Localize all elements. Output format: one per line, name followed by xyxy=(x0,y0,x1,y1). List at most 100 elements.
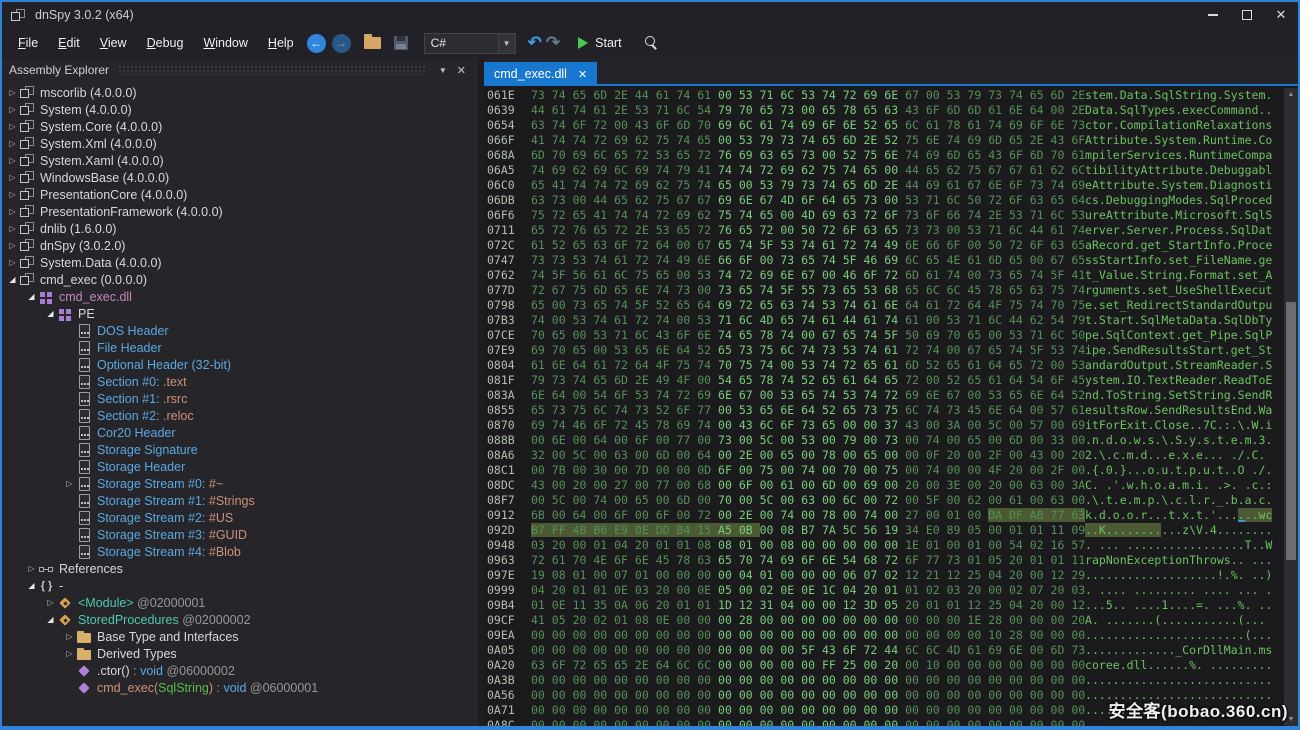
expand-arrow-icon[interactable]: ▷ xyxy=(6,224,19,233)
tree-item[interactable]: ▷System (4.0.0.0) xyxy=(2,101,478,118)
collapse-arrow-icon[interactable]: ◢ xyxy=(44,309,57,318)
expand-arrow-icon[interactable]: ▷ xyxy=(6,122,19,131)
search-icon[interactable] xyxy=(644,35,660,51)
tab-cmd-exec-dll[interactable]: cmd_exec.dll ✕ xyxy=(484,62,597,86)
tree-item[interactable]: Storage Signature xyxy=(2,441,478,458)
hex-row[interactable]: 09126B 00 64 00 6F 00 6F 00 72 00 2E 00 … xyxy=(484,508,1284,523)
tree-item[interactable]: Section #2: .reloc xyxy=(2,407,478,424)
hex-editor[interactable]: 061E73 74 65 6D 2E 44 61 74 61 00 53 71 … xyxy=(484,88,1284,726)
tree-item[interactable]: Storage Stream #2: #US xyxy=(2,509,478,526)
collapse-arrow-icon[interactable]: ◢ xyxy=(44,615,57,624)
tree-item[interactable]: Storage Stream #3: #GUID xyxy=(2,526,478,543)
panel-close-icon[interactable]: ✕ xyxy=(452,64,471,77)
tree-item[interactable]: ▷Storage Stream #0: #~ xyxy=(2,475,478,492)
close-button[interactable]: ✕ xyxy=(1264,2,1298,28)
scrollbar-thumb[interactable] xyxy=(1286,302,1296,560)
assembly-explorer-header[interactable]: Assembly Explorer ▼ ✕ xyxy=(2,58,478,82)
hex-row[interactable]: 074773 73 53 74 61 72 74 49 6E 66 6F 00 … xyxy=(484,253,1284,268)
tree-item[interactable]: ▷Base Type and Interfaces xyxy=(2,628,478,645)
tree-item[interactable]: Section #1: .rsrc xyxy=(2,390,478,407)
hex-row[interactable]: 079865 00 73 65 74 5F 52 65 64 69 72 65 … xyxy=(484,298,1284,313)
tree-item[interactable]: Storage Header xyxy=(2,458,478,475)
menu-file[interactable]: File xyxy=(8,32,48,54)
hex-row[interactable]: 088B00 6E 00 64 00 6F 00 77 00 73 00 5C … xyxy=(484,433,1284,448)
tree-item[interactable]: ◢PE xyxy=(2,305,478,322)
hex-row[interactable]: 096372 61 70 4E 6F 6E 45 78 63 65 70 74 … xyxy=(484,553,1284,568)
hex-row[interactable]: 065463 74 6F 72 00 43 6F 6D 70 69 6C 61 … xyxy=(484,118,1284,133)
hex-row[interactable]: 06DB63 73 00 44 65 62 75 67 67 69 6E 67 … xyxy=(484,193,1284,208)
menu-debug[interactable]: Debug xyxy=(137,32,194,54)
tab-close-icon[interactable]: ✕ xyxy=(578,68,587,81)
hex-row[interactable]: 08DC43 00 20 00 27 00 77 00 68 00 6F 00 … xyxy=(484,478,1284,493)
title-bar[interactable]: dnSpy 3.0.2 (x64) ✕ xyxy=(2,2,1298,28)
hex-row[interactable]: 080461 6E 64 61 72 64 4F 75 74 70 75 74 … xyxy=(484,358,1284,373)
hex-row[interactable]: 0A2063 6F 72 65 65 2E 64 6C 6C 00 00 00 … xyxy=(484,658,1284,673)
tree-item[interactable]: ▷PresentationCore (4.0.0.0) xyxy=(2,186,478,203)
language-select[interactable]: C# ▼ xyxy=(424,33,516,54)
hex-row[interactable]: 097E19 08 01 00 07 01 00 00 00 00 04 01 … xyxy=(484,568,1284,583)
tree-item[interactable]: ▷System.Data (4.0.0.0) xyxy=(2,254,478,271)
expand-arrow-icon[interactable]: ▷ xyxy=(44,598,57,607)
expand-arrow-icon[interactable]: ▷ xyxy=(63,649,76,658)
hex-row[interactable]: 072C61 52 65 63 6F 72 64 00 67 65 74 5F … xyxy=(484,238,1284,253)
tree-item[interactable]: Storage Stream #1: #Strings xyxy=(2,492,478,509)
tree-item[interactable]: ▷System.Xaml (4.0.0.0) xyxy=(2,152,478,169)
save-module-icon[interactable] xyxy=(394,36,408,50)
menu-view[interactable]: View xyxy=(90,32,137,54)
start-button[interactable]: Start xyxy=(595,36,621,50)
tree-item[interactable]: ◢cmd_exec.dll xyxy=(2,288,478,305)
minimize-button[interactable] xyxy=(1196,2,1230,28)
expand-arrow-icon[interactable]: ▷ xyxy=(6,173,19,182)
tree-item[interactable]: Cor20 Header xyxy=(2,424,478,441)
undo-icon[interactable]: ↶ xyxy=(528,33,542,53)
hex-row[interactable]: 0A0500 00 00 00 00 00 00 00 00 00 00 00 … xyxy=(484,643,1284,658)
hex-row[interactable]: 076274 5F 56 61 6C 75 65 00 53 74 72 69 … xyxy=(484,268,1284,283)
tree-item[interactable]: Optional Header (32-bit) xyxy=(2,356,478,373)
tree-item[interactable]: ▷System.Xml (4.0.0.0) xyxy=(2,135,478,152)
hex-row[interactable]: 08A632 00 5C 00 63 00 6D 00 64 00 2E 00 … xyxy=(484,448,1284,463)
tree-item[interactable]: .ctor() : void @06000002 xyxy=(2,662,478,679)
expand-arrow-icon[interactable]: ▷ xyxy=(6,190,19,199)
hex-row[interactable]: 09EA00 00 00 00 00 00 00 00 00 00 00 00 … xyxy=(484,628,1284,643)
panel-menu-chevron-icon[interactable]: ▼ xyxy=(434,66,452,75)
expand-arrow-icon[interactable]: ▷ xyxy=(6,258,19,267)
redo-icon[interactable]: ↷ xyxy=(546,33,560,53)
expand-arrow-icon[interactable]: ▷ xyxy=(6,241,19,250)
hex-row[interactable]: 09CF41 05 20 02 01 08 0E 00 00 00 28 00 … xyxy=(484,613,1284,628)
hex-row[interactable]: 06F675 72 65 41 74 74 72 69 62 75 74 65 … xyxy=(484,208,1284,223)
tree-item[interactable]: ▷mscorlib (4.0.0.0) xyxy=(2,84,478,101)
hex-row[interactable]: 08F700 5C 00 74 00 65 00 6D 00 70 00 5C … xyxy=(484,493,1284,508)
hex-row[interactable]: 071165 72 76 65 72 2E 53 65 72 76 65 72 … xyxy=(484,223,1284,238)
tree-item[interactable]: ◢{ }- xyxy=(2,577,478,594)
chevron-down-icon[interactable]: ▼ xyxy=(498,34,515,53)
menu-window[interactable]: Window xyxy=(193,32,257,54)
tree-item[interactable]: DOS Header xyxy=(2,322,478,339)
expand-arrow-icon[interactable]: ▷ xyxy=(6,207,19,216)
menu-edit[interactable]: Edit xyxy=(48,32,90,54)
hex-row[interactable]: 06C065 41 74 74 72 69 62 75 74 65 00 53 … xyxy=(484,178,1284,193)
scroll-up-icon[interactable]: ▲ xyxy=(1284,88,1298,101)
tree-item[interactable]: Storage Stream #4: #Blob xyxy=(2,543,478,560)
hex-row[interactable]: 077D72 67 75 6D 65 6E 74 73 00 73 65 74 … xyxy=(484,283,1284,298)
tree-item[interactable]: ▷PresentationFramework (4.0.0.0) xyxy=(2,203,478,220)
tree-item[interactable]: ▷WindowsBase (4.0.0.0) xyxy=(2,169,478,186)
tree-item[interactable]: ▷References xyxy=(2,560,478,577)
maximize-button[interactable] xyxy=(1230,2,1264,28)
hex-row[interactable]: 087069 74 46 6F 72 45 78 69 74 00 43 6C … xyxy=(484,418,1284,433)
hex-row[interactable]: 099904 20 01 01 0E 03 20 00 0E 05 00 02 … xyxy=(484,583,1284,598)
hex-row[interactable]: 092DB7 FF 4B B6 E9 0E DD B4 15 A5 0B 00 … xyxy=(484,523,1284,538)
hex-row[interactable]: 083A6E 64 00 54 6F 53 74 72 69 6E 67 00 … xyxy=(484,388,1284,403)
hex-row[interactable]: 081F79 73 74 65 6D 2E 49 4F 00 54 65 78 … xyxy=(484,373,1284,388)
hex-row[interactable]: 06A574 69 62 69 6C 69 74 79 41 74 74 72 … xyxy=(484,163,1284,178)
navigate-forward-button[interactable]: → xyxy=(332,34,351,53)
hex-row[interactable]: 07E969 70 65 00 53 65 6E 64 52 65 73 75 … xyxy=(484,343,1284,358)
tree-item[interactable]: ▷Derived Types xyxy=(2,645,478,662)
hex-row[interactable]: 063944 61 74 61 2E 53 71 6C 54 79 70 65 … xyxy=(484,103,1284,118)
expand-arrow-icon[interactable]: ▷ xyxy=(6,105,19,114)
menu-help[interactable]: Help xyxy=(258,32,304,54)
hex-row[interactable]: 094803 20 00 01 04 20 01 01 08 08 01 00 … xyxy=(484,538,1284,553)
tree-item[interactable]: Section #0: .text xyxy=(2,373,478,390)
tree-item[interactable]: ◢cmd_exec (0.0.0.0) xyxy=(2,271,478,288)
hex-row[interactable]: 07B374 00 53 74 61 72 74 00 53 71 6C 4D … xyxy=(484,313,1284,328)
tree-item[interactable]: ▷<Module> @02000001 xyxy=(2,594,478,611)
